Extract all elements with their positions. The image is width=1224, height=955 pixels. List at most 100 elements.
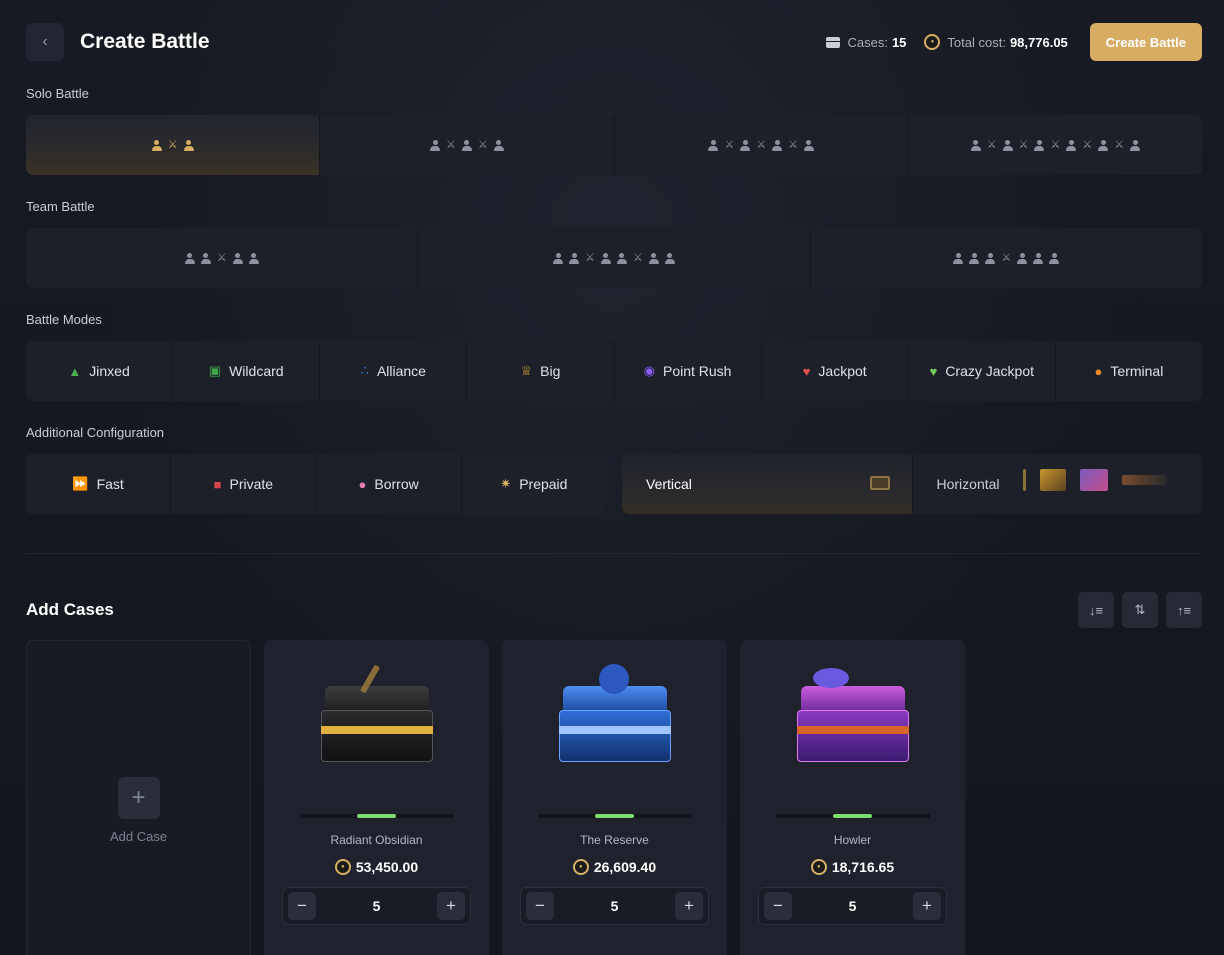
increment-button[interactable]: + bbox=[436, 892, 465, 920]
player-icon bbox=[553, 252, 564, 264]
team-option-3v3[interactable]: ⚔ bbox=[811, 228, 1202, 288]
case-progress-track bbox=[299, 814, 454, 818]
solo-option-1v1[interactable]: ⚔ bbox=[26, 115, 321, 175]
case-deco bbox=[812, 668, 849, 688]
crossed-swords-icon: ⚔ bbox=[1114, 138, 1125, 151]
battle-modes-options: ▲ Jinxed ▣ Wildcard ∴ Alliance ♕ Big ◉ P… bbox=[26, 341, 1202, 401]
layout-horizontal[interactable]: Horizontal bbox=[913, 454, 1203, 514]
case-price-value: 18,716.65 bbox=[831, 859, 895, 875]
case-lid bbox=[324, 686, 429, 712]
config-label: Borrow bbox=[374, 476, 419, 492]
item-preview bbox=[1039, 469, 1066, 491]
config-prepaid[interactable]: ✷ Prepaid bbox=[462, 454, 606, 514]
mode-label: Jackpot bbox=[818, 363, 867, 379]
item-preview bbox=[1079, 469, 1108, 491]
crossed-swords-icon: ⚔ bbox=[216, 251, 227, 264]
player-icon bbox=[1098, 139, 1109, 151]
shuffle-button[interactable]: ⇅ bbox=[1122, 592, 1158, 628]
layout-label: Horizontal bbox=[936, 476, 1000, 492]
decrement-button[interactable]: − bbox=[526, 892, 554, 920]
player-icon bbox=[1017, 252, 1028, 264]
decrement-button[interactable]: − bbox=[288, 892, 316, 920]
player-figures: ⚔ ⚔ bbox=[430, 139, 504, 151]
chest-icon bbox=[826, 36, 841, 48]
add-cases-title: Add Cases bbox=[26, 600, 114, 619]
back-button[interactable]: ‹ bbox=[26, 23, 64, 61]
player-icon bbox=[616, 252, 627, 264]
layout-vertical[interactable]: Vertical bbox=[622, 454, 913, 514]
player-figures: ⚔ bbox=[953, 251, 1060, 264]
page-title: Create Battle bbox=[80, 30, 210, 53]
case-price: ● 26,609.40 bbox=[572, 859, 656, 875]
case-progress-track bbox=[537, 814, 692, 818]
solo-option-1v1v1v1[interactable]: ⚔ ⚔ ⚔ bbox=[615, 115, 909, 175]
case-image bbox=[307, 664, 447, 784]
mode-wildcard[interactable]: ▣ Wildcard bbox=[173, 341, 321, 401]
crossed-swords-icon: ⚔ bbox=[585, 251, 595, 264]
quantity-value: 5 bbox=[848, 898, 857, 914]
team-option-2v2v2[interactable]: ⚔ ⚔ bbox=[418, 228, 811, 288]
coin-icon: ● bbox=[572, 859, 589, 875]
mode-label: Terminal bbox=[1110, 363, 1164, 379]
create-battle-page: ‹ Create Battle Cases: 15 ● Total cost: … bbox=[0, 0, 1224, 955]
player-icon bbox=[200, 252, 211, 264]
crossed-swords-icon: ⚔ bbox=[1018, 138, 1029, 151]
coin-icon: ● bbox=[810, 859, 827, 875]
player-icon bbox=[1066, 139, 1077, 151]
player-icon bbox=[569, 252, 580, 264]
section-divider bbox=[26, 553, 1202, 554]
crossed-swords-icon: ⚔ bbox=[1001, 251, 1012, 264]
player-icon bbox=[969, 252, 980, 264]
mode-big[interactable]: ♕ Big bbox=[467, 341, 615, 401]
sort-asc-button[interactable]: ↑≡ bbox=[1166, 592, 1202, 628]
case-card[interactable]: The Reserve ● 26,609.40 − 5 + bbox=[502, 640, 727, 955]
crossed-swords-icon: ⚔ bbox=[724, 138, 735, 151]
decrement-button[interactable]: − bbox=[764, 892, 792, 920]
case-price: ● 18,716.65 bbox=[810, 859, 895, 875]
mode-jackpot[interactable]: ♥ Jackpot bbox=[762, 341, 909, 401]
coin-icon: ● bbox=[334, 859, 351, 875]
case-image bbox=[545, 664, 685, 784]
case-card[interactable]: Howler ● 18,716.65 − 5 + bbox=[740, 640, 965, 955]
case-band bbox=[558, 726, 671, 734]
fast-forward-icon: ⏩ bbox=[72, 476, 89, 491]
mode-jinxed[interactable]: ▲ Jinxed bbox=[26, 341, 174, 401]
increment-button[interactable]: + bbox=[912, 892, 941, 920]
header: ‹ Create Battle Cases: 15 ● Total cost: … bbox=[26, 0, 1202, 84]
piggy-bank-icon: ● bbox=[358, 476, 367, 492]
case-progress-fill bbox=[595, 814, 634, 818]
total-cost-stat: ● Total cost: 98,776.05 bbox=[924, 34, 1068, 50]
case-box bbox=[558, 710, 671, 762]
solo-option-6-players[interactable]: ⚔ ⚔ ⚔ ⚔ ⚔ bbox=[909, 115, 1202, 175]
add-case-label: Add Case bbox=[109, 828, 168, 844]
crossed-swords-icon: ⚔ bbox=[1050, 138, 1061, 151]
coin-icon: ● bbox=[924, 34, 941, 50]
case-band bbox=[796, 726, 909, 734]
mode-crazy-jackpot[interactable]: ♥ Crazy Jackpot bbox=[909, 341, 1056, 401]
mode-terminal[interactable]: ● Terminal bbox=[1056, 341, 1202, 401]
case-card[interactable]: Radiant Obsidian ● 53,450.00 − 5 + bbox=[264, 640, 489, 955]
config-private[interactable]: ■ Private bbox=[171, 454, 317, 514]
lock-icon: ■ bbox=[213, 476, 222, 492]
create-battle-button[interactable]: Create Battle bbox=[1089, 23, 1202, 61]
case-name: Radiant Obsidian bbox=[330, 833, 423, 847]
mode-alliance[interactable]: ∴ Alliance bbox=[320, 341, 468, 401]
slot-icon: ▣ bbox=[208, 363, 222, 378]
player-icon bbox=[648, 252, 659, 264]
sort-desc-button[interactable]: ↓≡ bbox=[1078, 592, 1114, 628]
crossed-swords-icon: ⚔ bbox=[1082, 138, 1093, 151]
config-fast[interactable]: ⏩ Fast bbox=[26, 454, 172, 514]
additional-config-label: Additional Configuration bbox=[26, 425, 165, 440]
total-cost-label: Total cost: bbox=[947, 34, 1006, 50]
mode-label: Crazy Jackpot bbox=[945, 363, 1035, 379]
increment-button[interactable]: + bbox=[674, 892, 703, 920]
mode-point-rush[interactable]: ◉ Point Rush bbox=[615, 341, 762, 401]
player-icon bbox=[953, 252, 964, 264]
mode-label: Big bbox=[540, 363, 561, 379]
item-preview bbox=[1121, 475, 1166, 485]
config-borrow[interactable]: ● Borrow bbox=[317, 454, 462, 514]
solo-option-1v1v1[interactable]: ⚔ ⚔ bbox=[320, 115, 615, 175]
add-case-card[interactable]: + Add Case bbox=[26, 640, 251, 955]
team-option-2v2[interactable]: ⚔ bbox=[26, 228, 419, 288]
crossed-swords-icon: ⚔ bbox=[167, 138, 178, 151]
